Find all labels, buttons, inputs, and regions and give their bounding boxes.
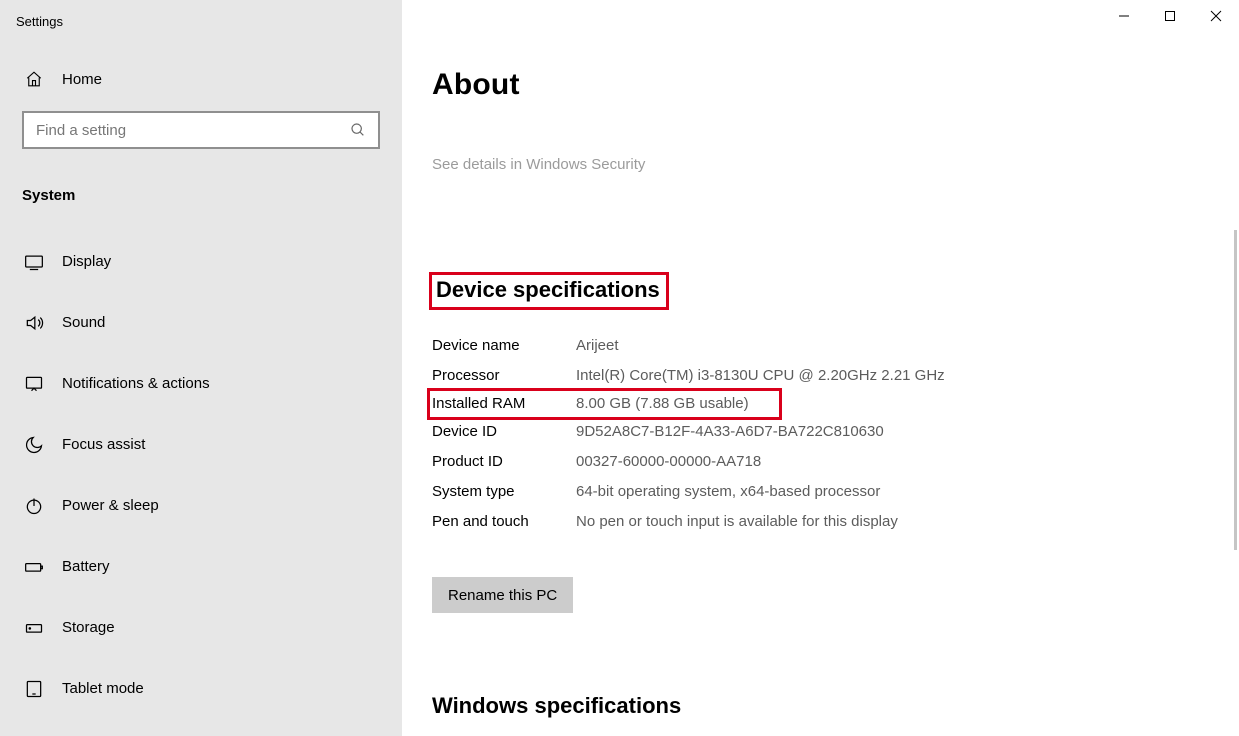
sidebar-item-label: Sound [62, 314, 105, 331]
spec-key: System type [432, 482, 576, 502]
nav: Display Sound Notifications & actions Fo… [0, 208, 402, 712]
rename-pc-button[interactable]: Rename this PC [432, 577, 573, 613]
sound-icon [22, 311, 46, 335]
sidebar-item-sound[interactable]: Sound [0, 299, 402, 346]
main: About See details in Windows Security De… [402, 0, 1239, 736]
spec-row-system-type: System type 64-bit operating system, x64… [432, 477, 1239, 507]
sidebar-item-label: Tablet mode [62, 680, 144, 697]
spec-key: Device ID [432, 422, 576, 442]
sidebar-item-label: Battery [62, 558, 110, 575]
spec-val: 9D52A8C7-B12F-4A33-A6D7-BA722C810630 [576, 422, 884, 442]
spec-key: Device name [432, 336, 576, 356]
storage-icon [22, 616, 46, 640]
sidebar-item-label: Notifications & actions [62, 375, 210, 392]
spec-key: Product ID [432, 452, 576, 472]
sidebar-item-focus-assist[interactable]: Focus assist [0, 421, 402, 468]
power-icon [22, 494, 46, 518]
spec-row-product-id: Product ID 00327-60000-00000-AA718 [432, 447, 1239, 477]
security-link[interactable]: See details in Windows Security [432, 156, 1239, 173]
device-specs-heading: Device specifications [432, 275, 666, 307]
content: About See details in Windows Security De… [402, 0, 1239, 736]
windows-specs-heading: Windows specifications [432, 693, 1239, 719]
spec-val: Intel(R) Core(TM) i3-8130U CPU @ 2.20GHz… [576, 366, 945, 386]
spec-key: Installed RAM [432, 394, 576, 414]
tablet-icon [22, 677, 46, 701]
spec-row-device-id: Device ID 9D52A8C7-B12F-4A33-A6D7-BA722C… [432, 417, 1239, 447]
focus-assist-icon [22, 433, 46, 457]
notifications-icon [22, 372, 46, 396]
home-label: Home [62, 71, 102, 88]
spec-row-processor: Processor Intel(R) Core(TM) i3-8130U CPU… [432, 361, 1239, 391]
spec-row-installed-ram: Installed RAM 8.00 GB (7.88 GB usable) [430, 391, 779, 417]
scrollbar[interactable] [1234, 230, 1237, 550]
spec-key: Pen and touch [432, 512, 576, 532]
battery-icon [22, 555, 46, 579]
search-input[interactable] [24, 113, 378, 147]
spec-row-device-name: Device name Arijeet [432, 331, 1239, 361]
spec-key: Processor [432, 366, 576, 386]
spec-row-pen-touch: Pen and touch No pen or touch input is a… [432, 507, 1239, 537]
sidebar-item-label: Focus assist [62, 436, 145, 453]
home-icon [22, 67, 46, 91]
sidebar-item-storage[interactable]: Storage [0, 604, 402, 651]
sidebar-item-battery[interactable]: Battery [0, 543, 402, 590]
spec-val: Arijeet [576, 336, 619, 356]
sidebar-item-notifications[interactable]: Notifications & actions [0, 360, 402, 407]
sidebar-item-power-sleep[interactable]: Power & sleep [0, 482, 402, 529]
page-heading: About [432, 68, 1239, 102]
spec-val: No pen or touch input is available for t… [576, 512, 898, 532]
section-label-system: System [0, 149, 402, 208]
device-specs-list: Device name Arijeet Processor Intel(R) C… [432, 331, 1239, 537]
search-icon [350, 122, 366, 138]
sidebar-item-tablet-mode[interactable]: Tablet mode [0, 665, 402, 712]
home-button[interactable]: Home [0, 57, 402, 101]
sidebar-item-label: Storage [62, 619, 115, 636]
sidebar: Settings Home System Display [0, 0, 402, 736]
search-box[interactable] [22, 111, 380, 149]
sidebar-item-label: Display [62, 253, 111, 270]
spec-val: 64-bit operating system, x64-based proce… [576, 482, 880, 502]
display-icon [22, 250, 46, 274]
app-title: Settings [0, 14, 402, 57]
sidebar-item-display[interactable]: Display [0, 238, 402, 285]
sidebar-item-label: Power & sleep [62, 497, 159, 514]
search-container [0, 101, 402, 149]
spec-val: 8.00 GB (7.88 GB usable) [576, 394, 749, 414]
spec-val: 00327-60000-00000-AA718 [576, 452, 761, 472]
